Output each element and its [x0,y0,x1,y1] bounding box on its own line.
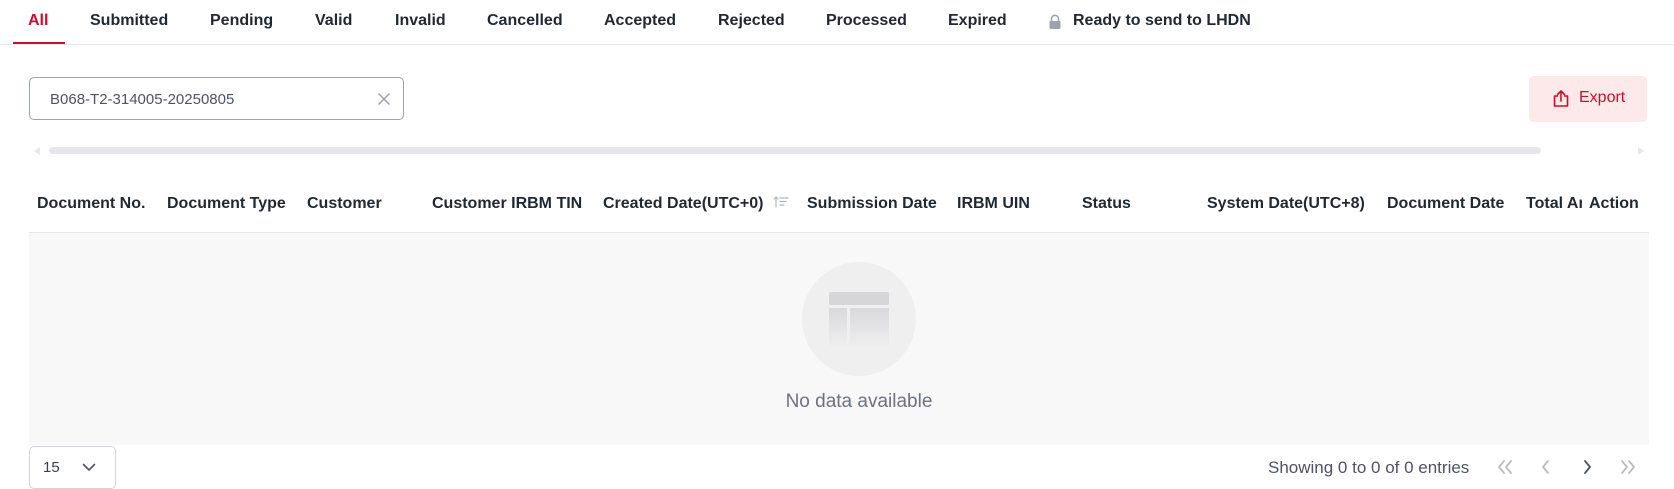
last-page-icon[interactable] [1617,457,1639,477]
previous-page-icon[interactable] [1535,457,1557,477]
status-tabs: All Submitted Pending Valid Invalid Canc… [0,0,1674,45]
column-header-document-date[interactable]: Document Date [1387,195,1504,213]
tab-pending[interactable]: Pending [210,12,273,30]
tab-all[interactable]: All [28,12,48,30]
tab-rejected[interactable]: Rejected [718,12,785,30]
first-page-icon[interactable] [1494,457,1516,477]
table-horizontal-scrollbar[interactable] [29,145,1649,157]
clear-icon[interactable] [377,92,391,106]
column-header-irbm-uin[interactable]: IRBM UIN [957,195,1030,213]
search-field[interactable] [29,77,404,120]
column-header-document-no[interactable]: Document No. [37,195,145,213]
tab-processed[interactable]: Processed [826,12,907,30]
page-size-select[interactable]: 15 [29,446,116,489]
column-header-total-amount[interactable]: Total Amount [1526,195,1582,213]
column-header-action: Action [1589,195,1639,212]
tab-valid[interactable]: Valid [315,12,352,30]
sort-icon[interactable] [773,195,789,209]
tab-accepted[interactable]: Accepted [604,12,676,30]
page-size-value: 15 [43,459,60,476]
tab-ready-to-send[interactable]: Ready to send to LHDN [1073,12,1251,30]
scroll-left-arrow-icon[interactable] [34,147,40,155]
column-header-system-date[interactable]: System Date(UTC+8) [1207,195,1365,213]
tab-invalid[interactable]: Invalid [395,12,446,30]
active-tab-indicator [13,42,65,44]
column-header-status[interactable]: Status [1082,195,1131,213]
chevron-down-icon [82,463,96,471]
tab-submitted[interactable]: Submitted [90,12,168,30]
tab-cancelled[interactable]: Cancelled [487,12,563,30]
scroll-right-arrow-icon[interactable] [1638,147,1644,155]
column-header-customer-irbm-tin[interactable]: Customer IRBM TIN [432,195,582,213]
lock-icon [1049,14,1061,29]
table-header: Document No. Document Type Customer Cust… [29,180,1649,233]
search-input[interactable] [50,89,370,109]
tab-expired[interactable]: Expired [948,12,1007,30]
column-header-created-date[interactable]: Created Date(UTC+0) [603,195,763,213]
export-label: Export [1579,89,1626,106]
export-button[interactable]: Export [1529,76,1647,122]
entries-summary: Showing 0 to 0 of 0 entries [1268,458,1470,477]
column-header-document-type[interactable]: Document Type [167,195,286,213]
empty-state-text: No data available [785,391,933,412]
column-header-customer[interactable]: Customer [307,195,382,213]
scrollbar-thumb[interactable] [49,147,1541,154]
column-header-submission-date[interactable]: Submission Date [807,195,937,213]
next-page-icon[interactable] [1576,457,1598,477]
empty-table-icon [802,262,916,376]
export-upload-icon [1553,90,1569,107]
table-body-empty-state: No data available [29,233,1649,445]
